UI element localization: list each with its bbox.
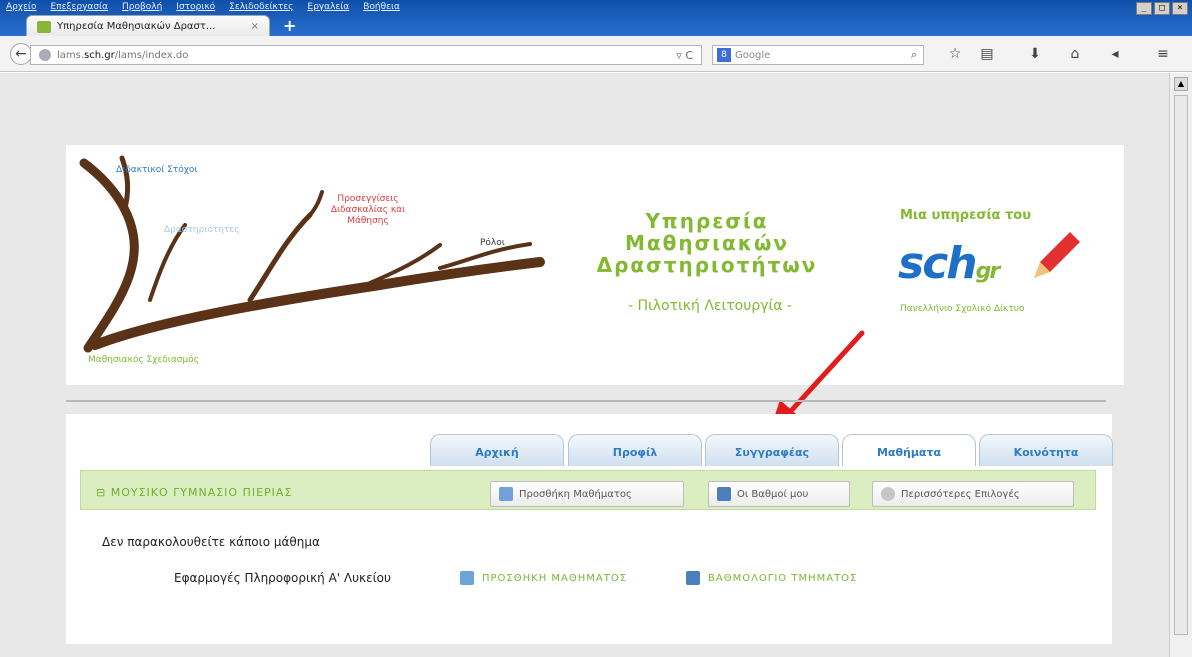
tab-author[interactable]: Συγγραφέας	[705, 434, 839, 466]
tree-branch-icon	[79, 155, 545, 353]
service-title: Υπηρεσία Μαθησιακών Δραστηριοτήτων	[596, 209, 818, 277]
label-teaching-goals: Διδακτικοί Στόχοι	[116, 165, 198, 175]
sch-tagline: Μια υπηρεσία του	[900, 208, 1031, 223]
grades-icon	[717, 487, 731, 501]
gradebook-link[interactable]: ΒΑΘΜΟΛΟΓΙΟ ΤΜΗΜΑΤΟΣ	[686, 571, 857, 585]
gear-icon	[881, 487, 895, 501]
label-learning-design: Μαθησιακός Σχεδιασμός	[88, 355, 199, 365]
label-approaches: Προσεγγίσεις Διδασκαλίας και Μάθησης	[330, 194, 406, 226]
add-course-link[interactable]: ΠΡΟΣΘΗΚΗ ΜΑΘΗΜΑΤΟΣ	[460, 571, 627, 585]
add-course-button[interactable]: Προσθήκη Μαθήματος	[490, 481, 684, 507]
my-grades-button[interactable]: Οι Βαθμοί μου	[708, 481, 850, 507]
pencil-icon	[1034, 232, 1080, 278]
label-activities: Δραστηριότητες	[164, 225, 240, 235]
tab-profile[interactable]: Προφίλ	[568, 434, 702, 466]
add-document-icon	[499, 487, 513, 501]
school-name[interactable]: ⊟ ΜΟΥΣΙΚΟ ΓΥΜΝΑΣΙΟ ΠΙΕΡΙΑΣ	[96, 486, 292, 499]
tab-community[interactable]: Κοινότητα	[979, 434, 1113, 466]
no-classes-message: Δεν παρακολουθείτε κάποιο μάθημα	[102, 535, 320, 549]
tab-courses[interactable]: Μαθήματα	[842, 434, 976, 466]
sch-caption: Πανελλήνιο Σχολικό Δίκτυο	[900, 304, 1025, 314]
service-subtitle: - Πιλοτική Λειτουργία -	[628, 298, 792, 314]
add-document-icon	[460, 571, 474, 585]
course-name: Εφαρμογές Πληροφορική Α' Λυκείου	[174, 571, 391, 585]
header-divider	[66, 400, 1106, 402]
sch-logo: schgr	[898, 238, 1000, 289]
gradebook-icon	[686, 571, 700, 585]
more-options-button[interactable]: Περισσότερες Επιλογές	[872, 481, 1074, 507]
label-roles: Ρόλοι	[480, 238, 505, 248]
tab-home[interactable]: Αρχική	[430, 434, 564, 466]
